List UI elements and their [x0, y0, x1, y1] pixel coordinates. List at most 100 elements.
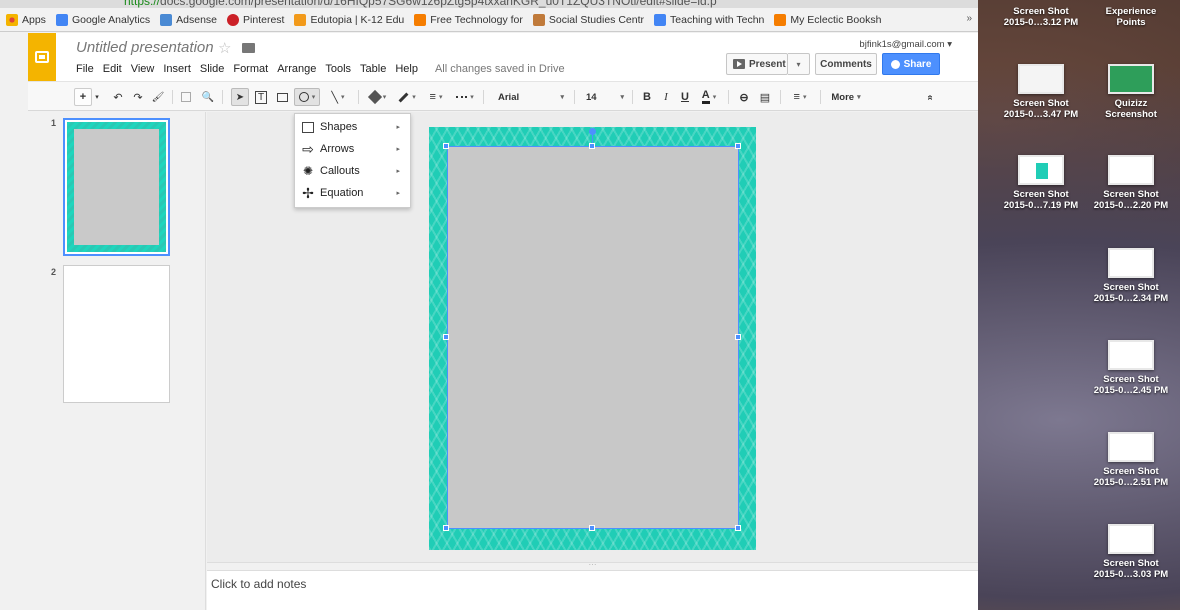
font-size-select[interactable]: 14 ▾ — [582, 88, 628, 106]
redo-icon[interactable]: ↷ — [130, 88, 146, 106]
share-button[interactable]: Share — [882, 53, 940, 75]
pinterest-icon — [227, 13, 240, 26]
notes-placeholder[interactable]: Click to add notes — [211, 577, 306, 591]
desktop-file-screenshot-7[interactable]: Screen Shot 2015-0…2.51 PM — [1088, 432, 1174, 488]
slide-canvas[interactable] — [429, 127, 756, 550]
bookmark-teaching-with-tech[interactable]: Teaching with Techn — [654, 13, 764, 26]
menu-slide[interactable]: Slide — [200, 63, 224, 75]
bookmark-adsense[interactable]: Adsense — [160, 13, 217, 26]
desktop-file-quizizz[interactable]: Quizizz Screenshot — [1088, 64, 1174, 120]
comment-icon[interactable]: ▤ — [756, 88, 774, 106]
bookmark-social-studies[interactable]: Social Studies Centr — [532, 13, 644, 26]
present-button[interactable]: Present — [726, 53, 788, 75]
menu-tools[interactable]: Tools — [325, 63, 351, 75]
speaker-notes[interactable]: Click to add notes — [207, 570, 978, 610]
grid-icon[interactable] — [178, 88, 194, 106]
menu-insert[interactable]: Insert — [163, 63, 191, 75]
italic-button[interactable]: I — [658, 88, 674, 106]
pencil-icon — [398, 92, 409, 102]
resize-handle-n[interactable] — [589, 143, 595, 149]
line-button[interactable]: ╲ ▾ — [325, 88, 351, 106]
shape-button[interactable]: ▾ — [294, 88, 320, 106]
bookmark-free-technology[interactable]: Free Technology for — [414, 13, 523, 26]
new-slide-dropdown[interactable]: ▾ — [92, 88, 102, 106]
more-button[interactable]: More ▾ — [826, 88, 866, 106]
desktop-file-screenshot-5[interactable]: Screen Shot 2015-0…2.34 PM — [1088, 248, 1174, 304]
document-title[interactable]: Untitled presentation — [76, 39, 214, 56]
menu-item-equation[interactable]: ✢ Equation ▸ — [295, 182, 410, 204]
slides-logo-icon[interactable] — [28, 33, 56, 81]
bookmark-apps[interactable]: Apps — [6, 13, 46, 26]
menu-arrange[interactable]: Arrange — [277, 63, 316, 75]
adsense-icon — [160, 13, 173, 26]
desktop-file-screenshot-2[interactable]: Screen Shot 2015-0…3.47 PM — [998, 64, 1084, 120]
desktop-file-screenshot-8[interactable]: Screen Shot 2015-0…3.03 PM — [1088, 524, 1174, 580]
account-menu[interactable]: bjfink1s@gmail.com ▾ — [859, 39, 952, 50]
menu-item-callouts[interactable]: ✺ Callouts ▸ — [295, 160, 410, 182]
menu-table[interactable]: Table — [360, 63, 386, 75]
rotate-handle[interactable] — [589, 128, 596, 135]
link-icon[interactable]: ⊖ — [735, 88, 753, 106]
chevron-right-icon: ▸ — [396, 168, 400, 175]
bookmark-google-analytics[interactable]: Google Analytics — [55, 13, 150, 26]
comments-button[interactable]: Comments — [815, 53, 877, 75]
present-dropdown-button[interactable]: ▾ — [788, 53, 810, 75]
align-icon: ≡ — [793, 91, 800, 103]
border-color-button[interactable]: ▾ — [394, 88, 420, 106]
desktop-file-screenshot-4[interactable]: Screen Shot 2015-0…2.20 PM — [1088, 155, 1174, 211]
resize-handle-s[interactable] — [589, 525, 595, 531]
new-slide-button[interactable]: + — [74, 88, 92, 106]
bookmark-pinterest[interactable]: Pinterest — [227, 13, 284, 26]
image-icon[interactable] — [274, 88, 290, 106]
menu-item-arrows[interactable]: ⇨ Arrows ▸ — [295, 138, 410, 160]
bookmarks-overflow-button[interactable]: » — [966, 13, 972, 24]
zoom-icon[interactable]: 🔍 — [200, 88, 216, 106]
collapse-toolbar-icon[interactable]: « — [922, 88, 938, 106]
resize-handle-se[interactable] — [735, 525, 741, 531]
font-family-select[interactable]: Arial ▾ — [494, 88, 568, 106]
undo-icon[interactable]: ↶ — [110, 88, 126, 106]
menu-format[interactable]: Format — [233, 63, 268, 75]
resize-handle-w[interactable] — [443, 334, 449, 340]
menu-view[interactable]: View — [131, 63, 155, 75]
border-weight-button[interactable]: ≡ ▾ — [423, 88, 449, 106]
notes-resize-handle[interactable]: ··· — [207, 561, 978, 570]
text-box-icon[interactable]: T — [253, 88, 269, 106]
resize-handle-sw[interactable] — [443, 525, 449, 531]
align-button[interactable]: ≡ ▾ — [786, 88, 814, 106]
chevron-down-icon: ▾ — [470, 94, 474, 101]
text-color-button[interactable]: A ▾ — [696, 88, 722, 106]
menu-file[interactable]: File — [76, 63, 94, 75]
resize-handle-ne[interactable] — [735, 143, 741, 149]
account-email: bjfink1s@gmail.com — [859, 39, 945, 50]
desktop-file-screenshot-1[interactable]: Screen Shot 2015-0…3.12 PM — [998, 2, 1084, 28]
resize-handle-e[interactable] — [735, 334, 741, 340]
resize-handle-nw[interactable] — [443, 143, 449, 149]
shape-icon — [298, 92, 309, 102]
desktop-file-screenshot-3[interactable]: Screen Shot 2015-0…7.19 PM — [998, 155, 1084, 211]
slide-number: 1 — [51, 118, 57, 128]
bookmark-edutopia[interactable]: Edutopia | K-12 Edu — [294, 13, 404, 26]
bold-button[interactable]: B — [639, 88, 655, 106]
menu-edit[interactable]: Edit — [103, 63, 122, 75]
fill-color-button[interactable]: ▾ — [365, 88, 391, 106]
slide-number: 2 — [51, 267, 57, 277]
folder-icon[interactable] — [242, 43, 255, 53]
star-icon[interactable]: ☆ — [218, 39, 231, 57]
desktop-file-screenshot-6[interactable]: Screen Shot 2015-0…2.45 PM — [1088, 340, 1174, 396]
underline-button[interactable]: U — [677, 88, 693, 106]
bookmark-eclectic-bookshelf[interactable]: My Eclectic Booksh — [774, 13, 881, 26]
selected-shape[interactable] — [447, 146, 739, 529]
border-dash-button[interactable]: ▾ — [452, 88, 478, 106]
desktop-file-experience-points[interactable]: Experience Points — [1088, 2, 1174, 28]
url-text[interactable]: https://docs.google.com/presentation/d/1… — [124, 0, 717, 8]
paint-format-icon[interactable]: 🖌 — [150, 88, 166, 106]
address-bar[interactable]: https://docs.google.com/presentation/d/1… — [0, 0, 978, 8]
menu-help[interactable]: Help — [395, 63, 418, 75]
slide-thumbnail-1[interactable] — [63, 118, 170, 256]
select-cursor-icon[interactable]: ➤ — [231, 88, 249, 106]
slide-thumbnail-2[interactable] — [63, 265, 170, 403]
desktop-file-label: Quizizz Screenshot — [1105, 98, 1157, 120]
thumbnail-placeholder — [74, 129, 159, 245]
menu-item-shapes[interactable]: Shapes ▸ — [295, 116, 410, 138]
